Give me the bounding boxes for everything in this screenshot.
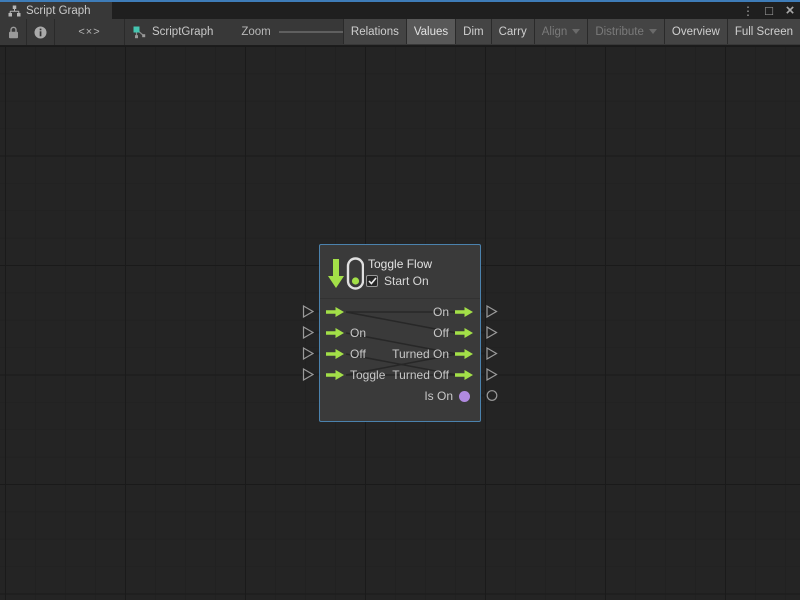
toggle-flow-icon [328,257,364,291]
toolbar-button-label: Values [414,26,448,38]
tab-script-graph[interactable]: Script Graph [0,2,112,19]
graph-toolbar: <×> ScriptGraph Zoom 1x RelationsValuesD… [0,19,800,46]
outer-output-connector-turned-off[interactable] [481,368,498,381]
maximize-button[interactable]: □ [763,4,775,18]
toolbar-button-label: Distribute [595,26,644,38]
window-controls: ⋮ □ × [742,2,796,19]
bool-port-dot [459,391,470,402]
toolbar-button-label: Overview [672,26,720,38]
toolbar-button-distribute[interactable]: Distribute [587,19,664,44]
lock-button[interactable] [0,19,27,45]
output-port-is-on[interactable]: Is On [424,386,473,407]
start-on-checkbox[interactable] [366,275,378,287]
toolbar-button-dim[interactable]: Dim [455,19,490,44]
outer-output-connector-turned-on[interactable] [481,347,498,360]
port-label: Is On [424,389,453,403]
graph-canvas[interactable]: Toggle Flow Start On On Off Toggle On Off Tur… [0,46,800,600]
input-port-enter[interactable] [326,302,344,323]
toolbar-button-label: Full Screen [735,26,793,38]
toolbar-button-carry[interactable]: Carry [491,19,534,44]
toolbar-button-relations[interactable]: Relations [343,19,406,44]
input-port-off[interactable]: Off [326,344,366,365]
output-port-turned-off[interactable]: Turned Off [392,365,473,386]
port-label: Turned Off [392,368,449,382]
node-toggle-flow[interactable]: Toggle Flow Start On On Off Toggle On Off Tur… [319,244,481,422]
toolbar-button-full-screen[interactable]: Full Screen [727,19,800,44]
outer-input-connector-off[interactable] [302,347,319,360]
port-label: On [350,326,366,340]
flow-port-arrow-icon [455,370,473,380]
start-on-setting[interactable]: Start On [366,274,429,288]
outer-input-connector-on[interactable] [302,326,319,339]
info-button[interactable] [27,19,55,45]
output-port-off[interactable]: Off [433,323,473,344]
lock-icon [8,26,19,39]
code-preview-glyph: <×> [78,26,100,38]
port-label: Turned On [392,347,449,361]
menu-button[interactable]: ⋮ [742,4,754,18]
port-label: Off [350,347,366,361]
outer-input-connector-toggle[interactable] [302,368,319,381]
outer-input-connector-enter[interactable] [302,305,319,318]
input-port-toggle[interactable]: Toggle [326,365,385,386]
close-button[interactable]: × [784,4,796,18]
toolbar-button-values[interactable]: Values [406,19,455,44]
tab-label: Script Graph [26,5,91,17]
flow-port-arrow-icon [455,349,473,359]
output-port-turned-on[interactable]: Turned On [392,344,473,365]
hierarchy-graph-icon [8,5,21,17]
info-icon [34,26,47,39]
toolbar-buttons: Relations Values Dim Carry Align Distribute Ov… [343,19,800,44]
outer-output-connector-off[interactable] [481,326,498,339]
graph-name-label: ScriptGraph [152,26,213,38]
toolbar-button-overview[interactable]: Overview [664,19,727,44]
graph-reference-button[interactable]: ScriptGraph [125,19,223,45]
start-on-label: Start On [384,274,429,288]
flow-port-arrow-icon [455,307,473,317]
toolbar-button-label: Relations [351,26,399,38]
flow-port-arrow-icon [326,328,344,338]
node-toggle-flow-wrap: Toggle Flow Start On On Off Toggle On Off Tur… [319,244,481,422]
unity-script-graph-window: Script Graph ⋮ □ × <×> [0,0,800,600]
outer-output-connector-on[interactable] [481,305,498,318]
flow-port-arrow-icon [326,307,344,317]
node-header-divider [320,298,480,299]
dropdown-arrow-icon [572,29,580,34]
flow-port-arrow-icon [326,349,344,359]
toolbar-button-label: Align [542,26,568,38]
code-preview-button[interactable]: <×> [55,19,125,45]
dropdown-arrow-icon [649,29,657,34]
output-port-on[interactable]: On [433,302,473,323]
zoom-label: Zoom [241,26,270,38]
checkmark-icon [368,277,377,285]
script-graph-asset-icon [133,26,146,39]
tab-bar: Script Graph ⋮ □ × [0,2,800,19]
flow-port-arrow-icon [326,370,344,380]
input-port-on[interactable]: On [326,323,366,344]
port-label: Toggle [350,368,385,382]
port-label: On [433,305,449,319]
toolbar-button-align[interactable]: Align [534,19,588,44]
node-title: Toggle Flow [368,257,432,271]
toolbar-button-label: Dim [463,26,483,38]
toolbar-button-label: Carry [499,26,527,38]
port-label: Off [433,326,449,340]
outer-output-connector-is-on[interactable] [481,389,498,402]
flow-port-arrow-icon [455,328,473,338]
